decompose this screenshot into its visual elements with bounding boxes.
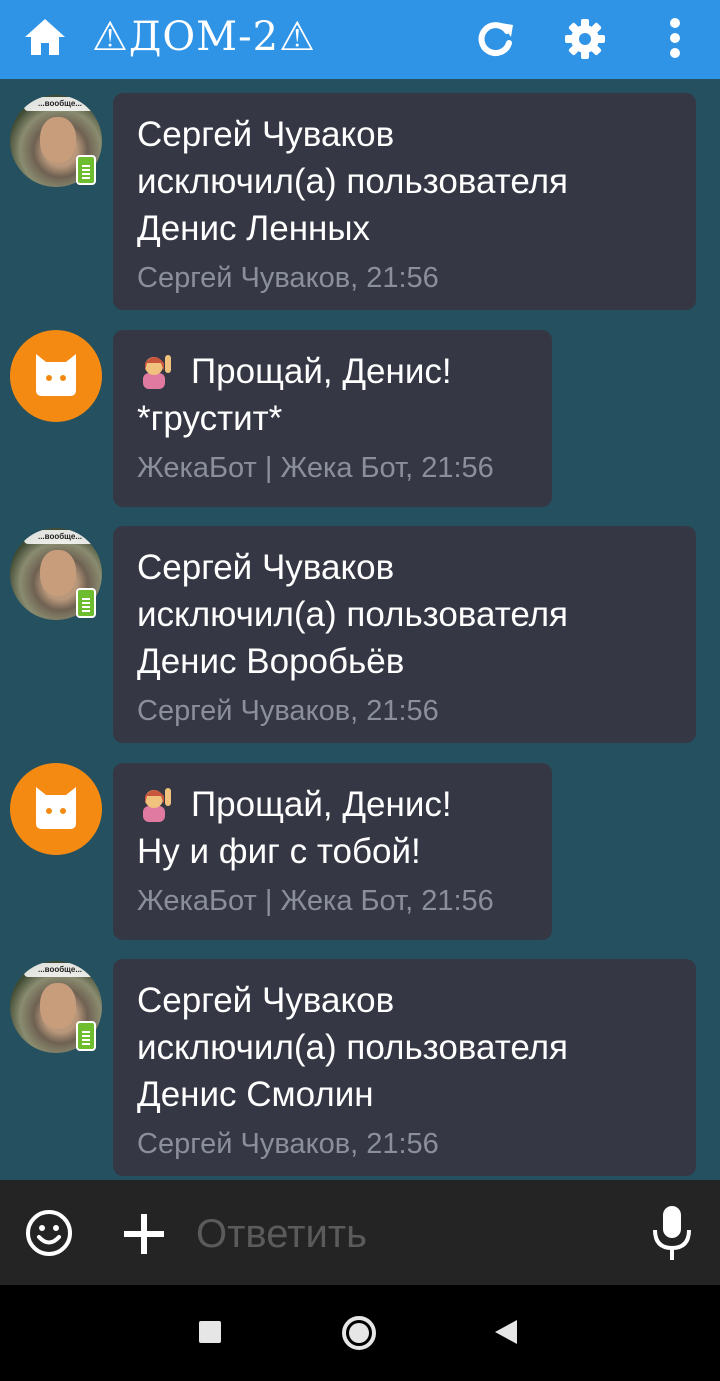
recent-apps-button[interactable] xyxy=(190,1312,230,1352)
message-bubble[interactable]: Прощай, Денис! Ну и фиг с тобой! ЖекаБот… xyxy=(113,763,552,940)
bot-avatar[interactable] xyxy=(10,763,102,855)
more-options-button[interactable] xyxy=(652,12,698,64)
circle-home-icon xyxy=(342,1316,376,1350)
message-feed[interactable]: ...вообще... Сергей Чуваков исключил(а) … xyxy=(0,79,720,1180)
message-meta: ЖекаБот | Жека Бот, 21:56 xyxy=(137,452,494,484)
top-app-bar: ⚠ДОМ-2⚠ xyxy=(0,0,720,79)
message-line: Ну и фиг с тобой! xyxy=(137,832,421,871)
message-bubble[interactable]: Сергей Чуваков исключил(а) пользователя … xyxy=(113,959,696,1176)
message-line: исключил(а) пользователя xyxy=(137,1028,569,1067)
attach-button[interactable] xyxy=(120,1210,168,1258)
emoji-button[interactable] xyxy=(24,1208,74,1258)
message-meta: Сергей Чуваков, 21:56 xyxy=(137,1128,439,1160)
message-bubble[interactable]: Сергей Чуваков исключил(а) пользователя … xyxy=(113,526,696,743)
message-line: Прощай, Денис! xyxy=(137,781,528,828)
settings-button[interactable] xyxy=(560,14,610,64)
square-icon xyxy=(199,1321,221,1343)
message-text: Прощай, Денис! xyxy=(191,352,452,391)
mobile-phone-icon xyxy=(76,155,96,185)
cat-face-icon xyxy=(36,354,76,396)
message-bubble[interactable]: Сергей Чуваков исключил(а) пользователя … xyxy=(113,93,696,310)
home-button[interactable] xyxy=(22,16,68,58)
cat-face-icon xyxy=(36,787,76,829)
back-triangle-icon xyxy=(495,1320,517,1344)
smiley-icon xyxy=(26,1210,72,1256)
back-button[interactable] xyxy=(486,1310,526,1354)
message-line: исключил(а) пользователя xyxy=(137,595,569,634)
waving-woman-emoji-icon xyxy=(143,788,171,822)
avatar-caption: ...вообще... xyxy=(24,530,96,544)
message-meta: Сергей Чуваков, 21:56 xyxy=(137,695,439,727)
message-line: *грустит* xyxy=(137,399,283,438)
message-line: Сергей Чуваков xyxy=(137,548,395,587)
message-line: Сергей Чуваков xyxy=(137,115,395,154)
avatar-face xyxy=(40,117,76,163)
mobile-phone-icon xyxy=(76,1021,96,1051)
message-meta: ЖекаБот | Жека Бот, 21:56 xyxy=(137,885,494,917)
message-line: Денис Ленных xyxy=(137,209,371,248)
waving-woman-emoji-icon xyxy=(143,355,171,389)
avatar-face xyxy=(40,983,76,1029)
message-text: Прощай, Денис! xyxy=(191,785,452,824)
avatar-face xyxy=(40,550,76,596)
home-icon xyxy=(25,19,65,55)
system-home-button[interactable] xyxy=(336,1310,382,1356)
gear-icon xyxy=(565,19,605,59)
mobile-phone-icon xyxy=(76,588,96,618)
bot-avatar[interactable] xyxy=(10,330,102,422)
voice-message-button[interactable] xyxy=(648,1204,696,1262)
message-meta: Сергей Чуваков, 21:56 xyxy=(137,262,439,294)
avatar-caption: ...вообще... xyxy=(24,963,96,977)
message-bubble[interactable]: Прощай, Денис! *грустит* ЖекаБот | Жека … xyxy=(113,330,552,507)
refresh-icon xyxy=(478,22,513,57)
reply-input[interactable] xyxy=(196,1203,616,1265)
refresh-button[interactable] xyxy=(470,14,520,64)
message-line: исключил(а) пользователя xyxy=(137,162,569,201)
message-line: Сергей Чуваков xyxy=(137,981,395,1020)
chat-title: ⚠ДОМ-2⚠ xyxy=(92,14,316,60)
microphone-icon xyxy=(653,1206,691,1260)
more-vertical-icon xyxy=(670,18,680,58)
plus-icon xyxy=(124,1214,164,1254)
message-line: Денис Воробьёв xyxy=(137,642,405,681)
avatar-caption: ...вообще... xyxy=(24,97,96,111)
message-line: Прощай, Денис! xyxy=(137,348,528,395)
message-line: Денис Смолин xyxy=(137,1075,374,1114)
